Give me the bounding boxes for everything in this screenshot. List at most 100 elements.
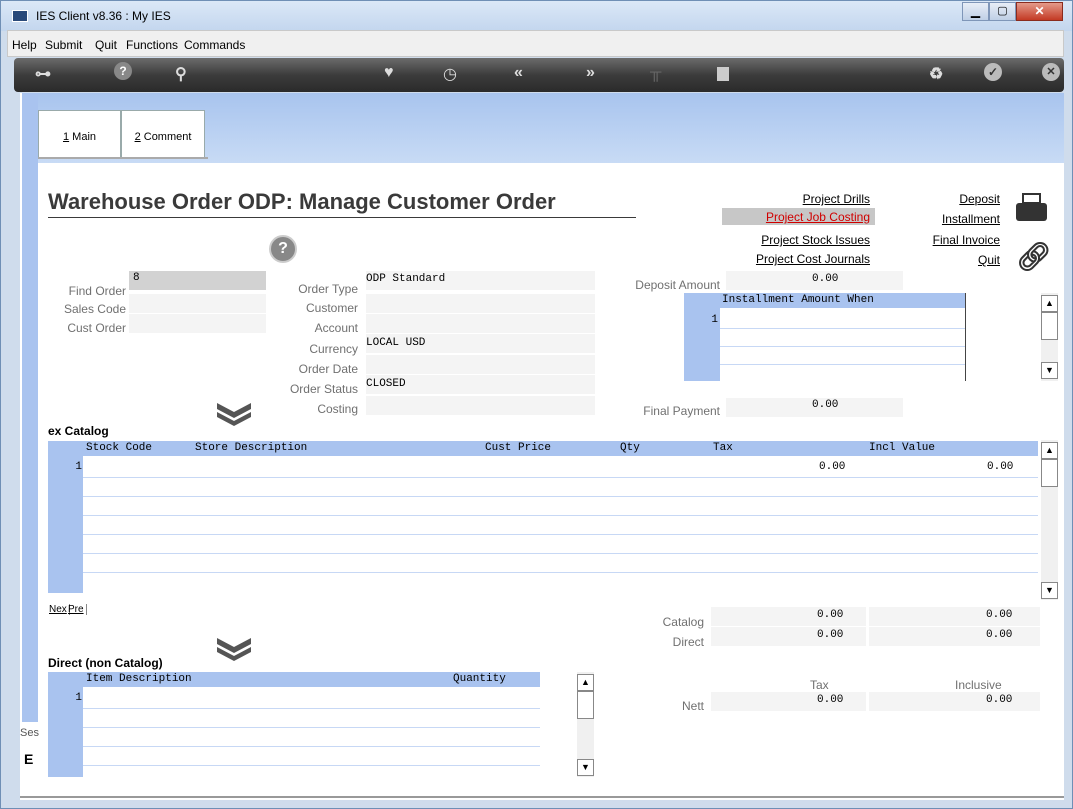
catalog-grid-header: Stock Code Store Description Cust Price … [83,441,1038,456]
find-order-label: Find Order [68,284,126,298]
minimize-button[interactable]: ▁ [962,2,989,21]
heart-icon[interactable]: ♥ [384,64,394,82]
direct-scroll-up[interactable]: ▲ [577,674,594,691]
tab-main[interactable]: 1 Main [38,110,121,157]
catalog-prev-button[interactable]: Pre [68,604,87,615]
link-final-invoice[interactable]: Final Invoice [900,233,1000,247]
menu-submit[interactable]: Submit [45,38,82,52]
account-field[interactable] [366,314,595,333]
catalog-next-button[interactable]: Nex [49,604,70,615]
catalog-row-incl: 0.00 [987,461,1014,473]
check-icon[interactable]: ✓ [984,63,1002,81]
order-date-field[interactable] [366,355,595,374]
order-type-field[interactable]: ODP Standard [366,271,595,290]
catalog-row-num: 1 [75,461,82,473]
direct-row-line [83,765,540,766]
currency-label: Currency [309,342,358,356]
cust-order-label: Cust Order [67,321,126,335]
nett-total-tax: 0.00 [817,694,844,706]
link-chain-icon[interactable]: 🔗︎ [1016,240,1052,273]
menu-quit[interactable]: Quit [95,38,117,52]
page-title: Warehouse Order ODP: Manage Customer Ord… [48,189,556,214]
link-installment[interactable]: Installment [900,212,1000,226]
key-icon[interactable]: ⊶ [35,64,51,84]
direct-row-line [83,746,540,747]
order-status-field[interactable]: CLOSED [366,375,595,394]
col-cust-price: Cust Price [485,442,552,454]
find-order-field[interactable]: 8 [129,271,266,290]
help-icon[interactable]: ? [114,62,132,80]
maximize-button[interactable]: ▢ [989,2,1016,21]
nett-total-tax-field: 0.00 [711,692,866,711]
pin-icon[interactable]: ╥ [650,64,661,82]
installment-row-line [720,328,965,329]
installment-row-num: 1 [711,314,718,326]
catalog-scroll-thumb[interactable] [1041,459,1058,487]
direct-grid-header: Item Description Quantity [83,672,540,687]
final-payment-field[interactable]: 0.00 [726,398,903,417]
installment-scroll-down[interactable]: ▼ [1041,362,1058,379]
order-type-label: Order Type [298,282,358,296]
catalog-row-line [83,477,1038,478]
forward-icon[interactable]: » [586,64,595,82]
direct-total-incl: 0.00 [986,629,1013,641]
catalog-row-line [83,515,1038,516]
totals-inclusive-header: Inclusive [955,678,1002,692]
link-deposit[interactable]: Deposit [900,192,1000,206]
link-project-stock-issues[interactable]: Project Stock Issues [720,233,870,247]
expand-arrow-icon[interactable] [215,403,253,427]
direct-row-num: 1 [75,692,82,704]
installment-grid: Installment Amount When 1 [684,293,966,381]
expand-arrow-icon[interactable] [215,638,253,662]
link-project-drills[interactable]: Project Drills [720,192,870,206]
sales-code-field[interactable] [129,294,266,313]
side-stub-icon[interactable]: E [24,751,33,767]
order-status-value: CLOSED [366,378,406,390]
printer-icon[interactable] [1016,193,1047,221]
direct-scroll-down[interactable]: ▼ [577,759,594,776]
installment-grid-rownums [684,293,720,381]
link-quit[interactable]: Quit [900,253,1000,267]
col-qty: Qty [620,442,640,454]
catalog-total-incl: 0.00 [986,609,1013,621]
close-button[interactable]: ✕ [1016,2,1063,21]
installment-row-line [720,346,965,347]
link-project-job-costing[interactable]: Project Job Costing [720,210,870,224]
cust-order-field[interactable] [129,314,266,333]
tab-main-label: Main [69,131,97,143]
customer-field[interactable] [366,294,595,313]
installment-scroll-thumb[interactable] [1041,312,1058,340]
recycle-icon[interactable]: ♻ [929,64,943,84]
menu-commands[interactable]: Commands [184,38,245,52]
catalog-scroll-up[interactable]: ▲ [1041,442,1058,459]
link-project-cost-journals[interactable]: Project Cost Journals [720,252,870,266]
currency-field[interactable]: LOCAL USD [366,334,595,353]
tab-comment[interactable]: 2 Comment [121,110,205,157]
nett-total-label: Nett [681,699,704,713]
installment-row-line [720,364,965,365]
col-quantity: Quantity [453,673,506,685]
menu-help[interactable]: Help [12,38,37,52]
rewind-icon[interactable]: « [514,64,523,82]
side-stub-text[interactable]: Ses [20,727,39,739]
tab-underline [38,157,208,159]
order-status-label: Order Status [289,382,358,396]
close-icon[interactable]: ✕ [1042,63,1060,81]
clock-icon[interactable]: ◷ [443,64,457,84]
menu-functions[interactable]: Functions [126,38,178,52]
left-strip [22,93,38,800]
order-type-value: ODP Standard [366,273,446,285]
col-stock-code: Stock Code [86,442,153,454]
customer-label: Customer [305,301,358,315]
catalog-scroll-down[interactable]: ▼ [1041,582,1058,599]
installment-scroll-up[interactable]: ▲ [1041,295,1058,312]
square-icon[interactable] [717,67,729,81]
search-icon[interactable]: ⚲ [175,64,187,84]
help-icon[interactable]: ? [269,235,297,263]
tab-comment-label: Comment [140,131,192,143]
direct-scroll-thumb[interactable] [577,691,594,719]
costing-field[interactable] [366,396,595,415]
window-title: IES Client v8.36 : My IES [36,9,171,23]
deposit-amount-field[interactable]: 0.00 [726,271,903,290]
toolbar [14,58,1064,92]
